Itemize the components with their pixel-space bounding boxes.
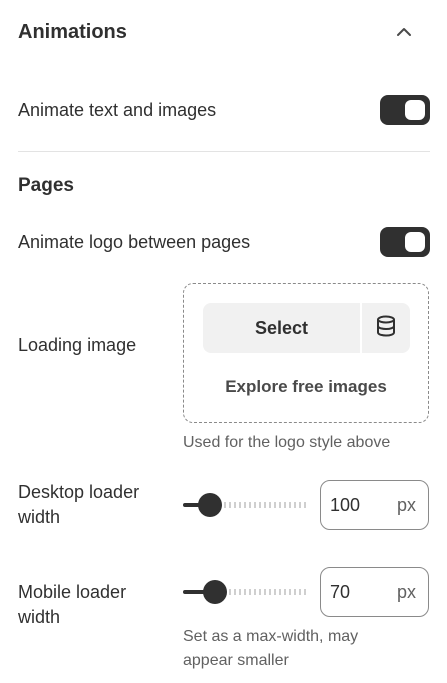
desktop-loader-label-line1: Desktop loader — [18, 482, 140, 502]
desktop-loader-label: Desktop loader width — [18, 480, 168, 530]
mobile-loader-width-input[interactable] — [330, 581, 380, 603]
animate-logo-label: Animate logo between pages — [18, 231, 251, 252]
unit-label: px — [396, 581, 416, 602]
image-library-button[interactable] — [360, 303, 410, 353]
mobile-loader-help-line1: Set as a max-width, may — [183, 628, 359, 645]
pages-heading: Pages — [18, 175, 74, 196]
mobile-loader-label-line1: Mobile loader — [18, 582, 127, 602]
divider — [18, 151, 430, 152]
slider-thumb[interactable] — [198, 493, 223, 517]
desktop-loader-width-field: px — [320, 480, 429, 530]
slider-track — [229, 589, 308, 595]
toggle-knob — [405, 100, 425, 120]
animate-logo-toggle[interactable] — [380, 227, 430, 257]
mobile-loader-width-field: px — [320, 567, 429, 617]
section-header[interactable]: Animations — [18, 16, 430, 48]
loading-image-label: Loading image — [18, 335, 137, 355]
image-picker: Select Explore free images — [183, 283, 429, 423]
slider-thumb[interactable] — [203, 580, 228, 604]
animate-logo-row: Animate logo between pages — [18, 227, 430, 257]
select-button-group: Select — [203, 303, 410, 353]
select-image-button[interactable]: Select — [203, 303, 360, 353]
animate-text-label: Animate text and images — [18, 99, 217, 120]
loading-image-help: Used for the logo style above — [183, 434, 391, 451]
database-icon — [376, 315, 396, 342]
mobile-loader-help: Set as a max-width, may appear smaller — [183, 625, 358, 673]
animate-text-row: Animate text and images — [18, 95, 430, 125]
mobile-loader-label-line2: width — [18, 607, 61, 627]
unit-label: px — [396, 494, 416, 515]
animations-panel: Animations Animate text and images Pages… — [0, 0, 447, 683]
explore-free-images-link[interactable]: Explore free images — [184, 377, 428, 397]
chevron-up-icon[interactable] — [392, 20, 416, 44]
mobile-loader-label: Mobile loader width — [18, 580, 168, 630]
toggle-knob — [405, 232, 425, 252]
desktop-loader-label-line2: width — [18, 507, 61, 527]
section-title: Animations — [18, 20, 127, 43]
desktop-loader-slider[interactable] — [183, 493, 308, 517]
slider-track — [224, 502, 308, 508]
mobile-loader-slider[interactable] — [183, 580, 308, 604]
mobile-loader-help-line2: appear smaller — [183, 652, 289, 669]
animate-text-toggle[interactable] — [380, 95, 430, 125]
desktop-loader-width-input[interactable] — [330, 494, 380, 516]
